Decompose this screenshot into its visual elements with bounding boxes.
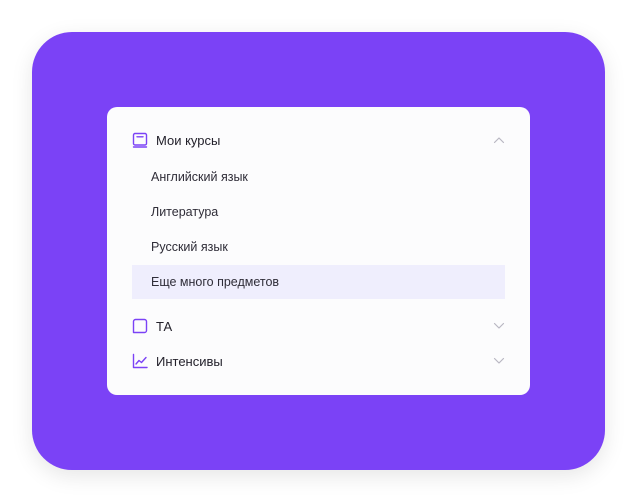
chat-icon — [131, 317, 149, 335]
chevron-down-icon[interactable] — [492, 354, 506, 368]
menu-item-russian[interactable]: Русский язык — [132, 230, 505, 264]
section-my-courses-header[interactable]: Мои курсы — [131, 129, 506, 151]
book-icon — [131, 131, 149, 149]
chart-icon — [131, 352, 149, 370]
section-intensives-header[interactable]: Интенсивы — [131, 350, 506, 372]
menu-item-literature[interactable]: Литература — [132, 195, 505, 229]
menu-item-more-subjects[interactable]: Еще много предметов — [132, 265, 505, 299]
menu-card: Мои курсы Английский язык Литература Рус… — [107, 107, 530, 395]
section-ta-label: ТА — [156, 318, 173, 334]
section-ta-header[interactable]: ТА — [131, 315, 506, 337]
menu-item-label: Русский язык — [151, 240, 228, 254]
chevron-down-icon[interactable] — [492, 319, 506, 333]
chevron-up-icon[interactable] — [492, 133, 506, 147]
section-intensives-label: Интенсивы — [156, 353, 223, 369]
menu-item-english[interactable]: Английский язык — [132, 160, 505, 194]
menu-item-label: Еще много предметов — [151, 275, 280, 289]
menu-item-label: Литература — [151, 205, 219, 219]
menu-item-label: Английский язык — [151, 170, 248, 184]
section-my-courses-label: Мои курсы — [156, 132, 221, 148]
